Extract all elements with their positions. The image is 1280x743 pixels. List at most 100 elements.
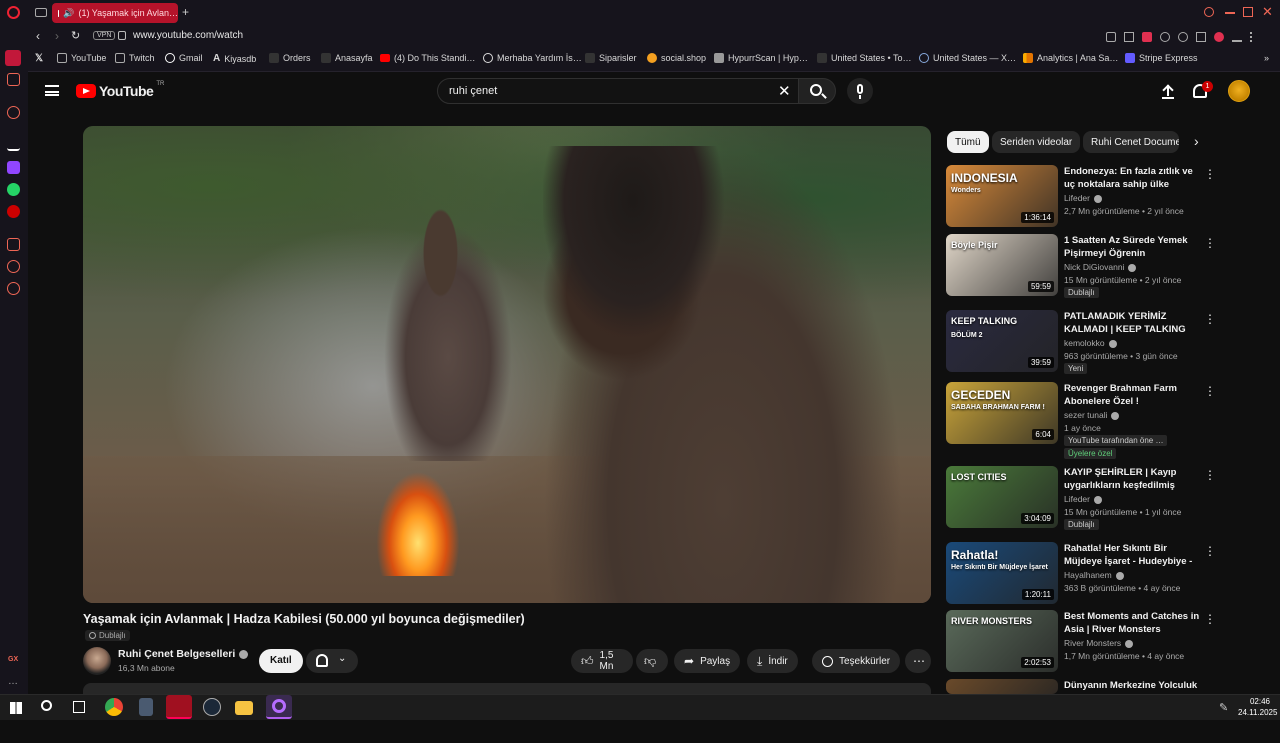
recommended-title[interactable]: KAYIP ŞEHİRLER | Kayıp uygarlıkların keş… xyxy=(1064,466,1200,493)
forward-icon[interactable]: › xyxy=(55,29,59,43)
bookmark-social-shop[interactable]: social.shop xyxy=(647,53,706,63)
active-tab[interactable]: 🔊 (1) Yaşamak için Avlan… xyxy=(52,3,178,23)
history-icon[interactable] xyxy=(7,260,20,273)
recommended-title[interactable]: Revenger Brahman Farm Abonelere Özel ! xyxy=(1064,382,1200,408)
more-actions-button[interactable]: ⋯ xyxy=(905,649,931,673)
speed-icon[interactable] xyxy=(7,106,20,119)
maximize-button[interactable] xyxy=(1243,7,1253,17)
chips-next-icon[interactable]: › xyxy=(1194,133,1199,149)
avatar[interactable] xyxy=(1228,80,1250,102)
video-thumbnail[interactable]: LOST CITIES 3:04:09 xyxy=(946,466,1058,528)
wallet-icon[interactable] xyxy=(7,238,20,251)
video-thumbnail[interactable]: Böyle Pişir 59:59 xyxy=(946,234,1058,296)
recommended-title[interactable]: Endonezya: En fazla zıtlık ve uç noktala… xyxy=(1064,165,1200,191)
bookmark-analytics[interactable]: Analytics | Ana Sa… xyxy=(1023,53,1118,63)
channel-avatar[interactable] xyxy=(83,647,111,675)
wallet-icon[interactable] xyxy=(1214,32,1224,42)
youtube-logo[interactable]: YouTube TR xyxy=(76,81,164,99)
bookmark-us-x[interactable]: United States — X… xyxy=(919,53,1016,63)
recommended-title[interactable]: 1 Saatten Az Sürede Yemek Pişirmeyi Öğre… xyxy=(1064,234,1200,260)
pen-icon[interactable]: ✎ xyxy=(1219,701,1228,714)
heart-icon[interactable] xyxy=(1178,32,1188,42)
video-player[interactable] xyxy=(83,126,931,603)
join-button[interactable]: Katıl xyxy=(259,649,303,673)
recommended-channel[interactable]: sezer tunali xyxy=(1064,410,1120,420)
bookmark-do-this[interactable]: (4) Do This Standi… xyxy=(380,53,475,63)
search-button[interactable] xyxy=(798,78,836,104)
extension-icons[interactable] xyxy=(1106,32,1271,42)
clear-search-icon[interactable]: ✕ xyxy=(778,82,791,100)
minimize-button[interactable] xyxy=(1225,12,1235,14)
subscribe-bell-button[interactable]: ⌄ xyxy=(306,649,358,673)
more-options-icon[interactable]: ⋮ xyxy=(1204,468,1216,482)
hamburger-menu-icon[interactable] xyxy=(45,85,59,96)
gx-label[interactable]: GX xyxy=(8,656,18,663)
bookmarks-more-icon[interactable]: » xyxy=(1264,53,1269,63)
search-icon[interactable] xyxy=(1204,7,1214,17)
chrome-icon[interactable] xyxy=(105,698,123,716)
taskbar-search-icon[interactable] xyxy=(41,700,52,711)
more-icon[interactable]: … xyxy=(8,676,18,687)
extensions-icon[interactable] xyxy=(1196,32,1206,42)
tab-islands-icon[interactable] xyxy=(35,8,47,17)
clock-time[interactable]: 02:46 xyxy=(1248,697,1270,706)
bookmark-siparisler[interactable]: Siparisler xyxy=(585,53,637,63)
recommended-title[interactable]: Rahatla! Her Sıkıntı Bir Müjdeye İşaret … xyxy=(1064,542,1200,569)
recommended-channel[interactable]: River Monsters xyxy=(1064,638,1134,648)
search-input[interactable]: ruhi çenet xyxy=(449,85,497,97)
more-options-icon[interactable]: ⋮ xyxy=(1204,236,1216,250)
recommended-channel[interactable]: kemolokko xyxy=(1064,338,1117,348)
pin-icon[interactable] xyxy=(1106,32,1116,42)
bookmark-anasayfa[interactable]: Anasayfa xyxy=(321,53,373,63)
more-options-icon[interactable]: ⋮ xyxy=(1204,167,1216,181)
video-thumbnail[interactable]: Rahatla! Her Sıkıntı Bir Müjdeye İşaret 1:… xyxy=(946,542,1058,604)
new-tab-button[interactable]: + xyxy=(182,5,189,19)
video-thumbnail[interactable]: GECEDEN SABAHA BRAHMAN FARM ! 6:04 xyxy=(946,382,1058,444)
vpn-badge[interactable]: VPN xyxy=(93,31,116,40)
whatsapp-icon[interactable] xyxy=(7,183,20,196)
bookmark-merhaba[interactable]: Merhaba Yardım İs… xyxy=(483,53,582,63)
twitch-icon[interactable] xyxy=(7,161,20,174)
recommended-video[interactable]: LOST CITIES 3:04:09 KAYIP ŞEHİRLER | Kayıp… xyxy=(946,466,1216,530)
recommended-channel[interactable]: Lifeder xyxy=(1064,193,1102,203)
bookmark-gmail[interactable]: Gmail xyxy=(165,53,203,63)
steam-icon[interactable] xyxy=(203,698,221,716)
recommended-title[interactable]: Best Moments and Catches in Asia | River… xyxy=(1064,610,1200,636)
calculator-icon[interactable] xyxy=(139,698,153,716)
voice-search-button[interactable] xyxy=(847,78,873,104)
url-field[interactable]: www.youtube.com/watch xyxy=(133,30,243,41)
thanks-button[interactable]: Teşekkürler xyxy=(812,649,901,673)
youtube-music-icon[interactable] xyxy=(7,205,20,218)
bookmark-stripe[interactable]: Stripe Express xyxy=(1125,53,1198,63)
recommended-channel[interactable]: Nick DiGiovanni xyxy=(1064,262,1137,272)
chip-all[interactable]: Tümü xyxy=(947,131,989,153)
recommended-video[interactable]: Böyle Pişir 59:59 1 Saatten Az Sürede Yeme… xyxy=(946,234,1216,298)
bookmark-youtube[interactable]: YouTube xyxy=(57,53,106,63)
search-box[interactable]: ruhi çenet ✕ xyxy=(437,78,799,104)
opera-gx-taskbar-icon[interactable] xyxy=(166,695,192,719)
download-icon[interactable] xyxy=(1232,32,1242,42)
recommended-channel[interactable]: Lifeder xyxy=(1064,494,1102,504)
close-window-button[interactable]: ✕ xyxy=(1262,4,1273,20)
more-options-icon[interactable]: ⋮ xyxy=(1204,612,1216,626)
bookmark-orders[interactable]: Orders xyxy=(269,53,311,63)
recommended-channel[interactable]: Hayalhanem xyxy=(1064,570,1124,580)
dislike-button[interactable]: 👎︎ xyxy=(636,649,668,673)
share-button[interactable]: ➦ Paylaş xyxy=(674,649,741,673)
clock-date[interactable]: 24.11.2025 xyxy=(1238,708,1277,717)
ai-icon[interactable] xyxy=(7,138,20,151)
menu-icon[interactable] xyxy=(1250,32,1260,42)
windows-start-icon[interactable] xyxy=(10,702,22,714)
game-icon[interactable] xyxy=(7,73,20,86)
channel-name[interactable]: Ruhi Çenet Belgeselleri xyxy=(118,648,249,660)
home-icon[interactable] xyxy=(5,50,21,66)
recommended-video[interactable]: INDONESIA Wonders 1:36:14 Endonezya: En faz… xyxy=(946,165,1216,229)
video-thumbnail[interactable] xyxy=(946,679,1058,694)
bookmark-us-to[interactable]: United States • To… xyxy=(817,53,912,63)
settings-icon[interactable] xyxy=(7,282,20,295)
opera-logo-icon[interactable] xyxy=(7,6,20,19)
recommended-video[interactable]: GECEDEN SABAHA BRAHMAN FARM ! 6:04 Revenger… xyxy=(946,382,1216,459)
bookmark-x[interactable]: 𝕏 xyxy=(35,53,43,64)
recommended-video[interactable]: RIVER MONSTERS 2:02:53 Best Moments and Ca… xyxy=(946,610,1216,674)
bookmark-hypurrscan[interactable]: HypurrScan | Hyp… xyxy=(714,53,808,63)
